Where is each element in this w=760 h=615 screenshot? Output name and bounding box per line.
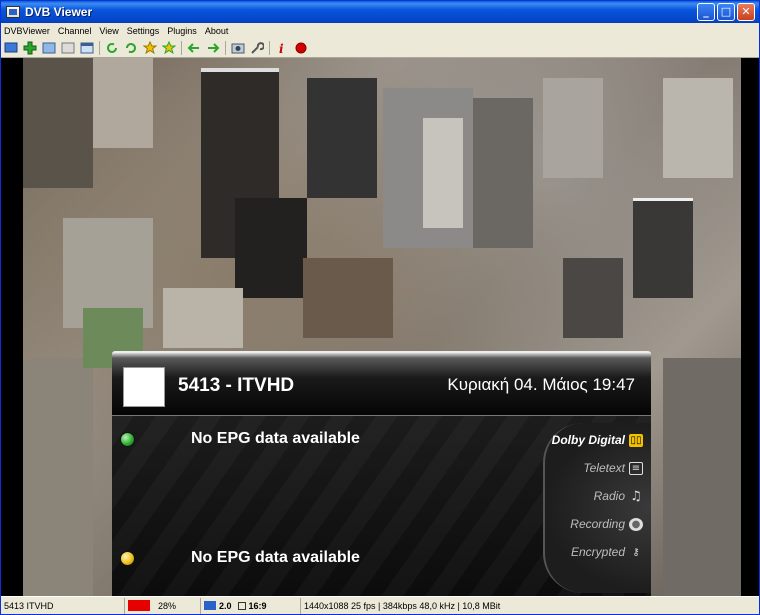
- info-icon[interactable]: i: [275, 41, 289, 55]
- dvbviewer-window: DVB Viewer _ □ ✕ DVBViewer Channel View …: [0, 0, 760, 615]
- signal-quality-text: 28%: [158, 600, 177, 611]
- yellow-dot-icon: [120, 550, 135, 566]
- channel-osd: 5413 - ITVHD Κυριακή 04. Μάιος 19:47 No …: [112, 351, 651, 596]
- epg-next-text: No EPG data available: [191, 549, 360, 566]
- dolby-icon: ▯▯: [629, 433, 643, 447]
- feature-encrypted-label: Encrypted: [570, 545, 625, 559]
- snapshot-icon[interactable]: [231, 41, 245, 55]
- maximize-button[interactable]: □: [717, 3, 735, 21]
- osd-datetime: Κυριακή 04. Μάιος 19:47: [447, 375, 635, 394]
- music-note-icon: ♫: [630, 488, 642, 504]
- refresh-icon[interactable]: [105, 41, 119, 55]
- feature-dolby: Dolby Digital ▯▯: [552, 433, 643, 447]
- epg-now-text: No EPG data available: [191, 430, 360, 447]
- record-disc-icon: ●: [629, 517, 643, 531]
- toolbar-separator: [181, 40, 182, 55]
- toolbar-separator: [225, 40, 226, 55]
- window-icon[interactable]: [80, 41, 94, 55]
- status-channel: 5413 ITVHD: [1, 597, 125, 614]
- arrow-right-icon[interactable]: [206, 41, 220, 55]
- status-signal: 28%: [125, 597, 201, 614]
- feature-radio: Radio ♫: [593, 488, 643, 504]
- channel-logo: [123, 367, 165, 407]
- osd-header: 5413 - ITVHD Κυριακή 04. Μάιος 19:47: [112, 351, 651, 415]
- star-icon[interactable]: [143, 40, 157, 55]
- title-bar[interactable]: DVB Viewer _ □ ✕: [1, 1, 759, 23]
- status-bar: 5413 ITVHD 28% 2.0 16:9 1440x1088 25 fps…: [1, 596, 759, 614]
- aspect-ratio: 16:9: [248, 600, 267, 611]
- signal-level-indicator: [128, 600, 150, 611]
- arrow-left-icon[interactable]: [187, 41, 201, 55]
- status-audio-aspect: 2.0 16:9: [201, 597, 301, 614]
- epg-now-row: No EPG data available: [120, 430, 360, 448]
- audio-icon: [204, 601, 216, 610]
- epg-next-row: No EPG data available: [120, 549, 360, 567]
- feature-recording-label: Recording: [570, 517, 625, 531]
- feature-recording: Recording ●: [570, 517, 643, 531]
- feature-panel: Dolby Digital ▯▯ Teletext ≡ Radio ♫ Reco…: [543, 423, 651, 593]
- menu-dvbviewer[interactable]: DVBViewer: [4, 26, 50, 36]
- toolbar-separator: [269, 40, 270, 55]
- menu-channel[interactable]: Channel: [58, 26, 92, 36]
- tv-icon[interactable]: [4, 41, 18, 55]
- refresh-green-icon[interactable]: [124, 41, 138, 55]
- aspect-icon: [237, 601, 246, 610]
- window-title: DVB Viewer: [25, 5, 93, 19]
- star-add-icon[interactable]: [162, 40, 176, 55]
- screen-icon[interactable]: [61, 41, 75, 55]
- teletext-icon: ≡: [629, 461, 643, 475]
- menu-plugins[interactable]: Plugins: [167, 26, 197, 36]
- key-icon: ⚷: [632, 546, 640, 558]
- green-dot-icon: [120, 431, 135, 447]
- menu-settings[interactable]: Settings: [127, 26, 160, 36]
- menu-view[interactable]: View: [99, 26, 118, 36]
- channel-name: 5413 - ITVHD: [178, 375, 295, 396]
- svg-text:i: i: [279, 42, 284, 55]
- audio-channels: 2.0: [219, 600, 232, 611]
- close-button[interactable]: ✕: [737, 3, 755, 21]
- feature-dolby-label: Dolby Digital: [551, 433, 625, 447]
- add-green-icon[interactable]: [23, 41, 37, 55]
- menu-bar: DVBViewer Channel View Settings Plugins …: [1, 23, 759, 38]
- picture-icon[interactable]: [42, 41, 56, 55]
- toolbar: i: [1, 38, 759, 58]
- feature-radio-label: Radio: [593, 489, 625, 503]
- app-icon: [6, 6, 20, 18]
- menu-about[interactable]: About: [205, 26, 229, 36]
- record-icon[interactable]: [294, 41, 308, 55]
- wrench-icon[interactable]: [250, 41, 264, 55]
- toolbar-separator: [99, 40, 100, 55]
- feature-teletext: Teletext ≡: [583, 461, 643, 475]
- video-area[interactable]: 5413 - ITVHD Κυριακή 04. Μάιος 19:47 No …: [1, 58, 759, 596]
- minimize-button[interactable]: _: [697, 3, 715, 21]
- status-stream-info: 1440x1088 25 fps | 384kbps 48,0 kHz | 10…: [304, 600, 501, 611]
- feature-teletext-label: Teletext: [583, 461, 625, 475]
- feature-encrypted: Encrypted ⚷: [571, 545, 643, 559]
